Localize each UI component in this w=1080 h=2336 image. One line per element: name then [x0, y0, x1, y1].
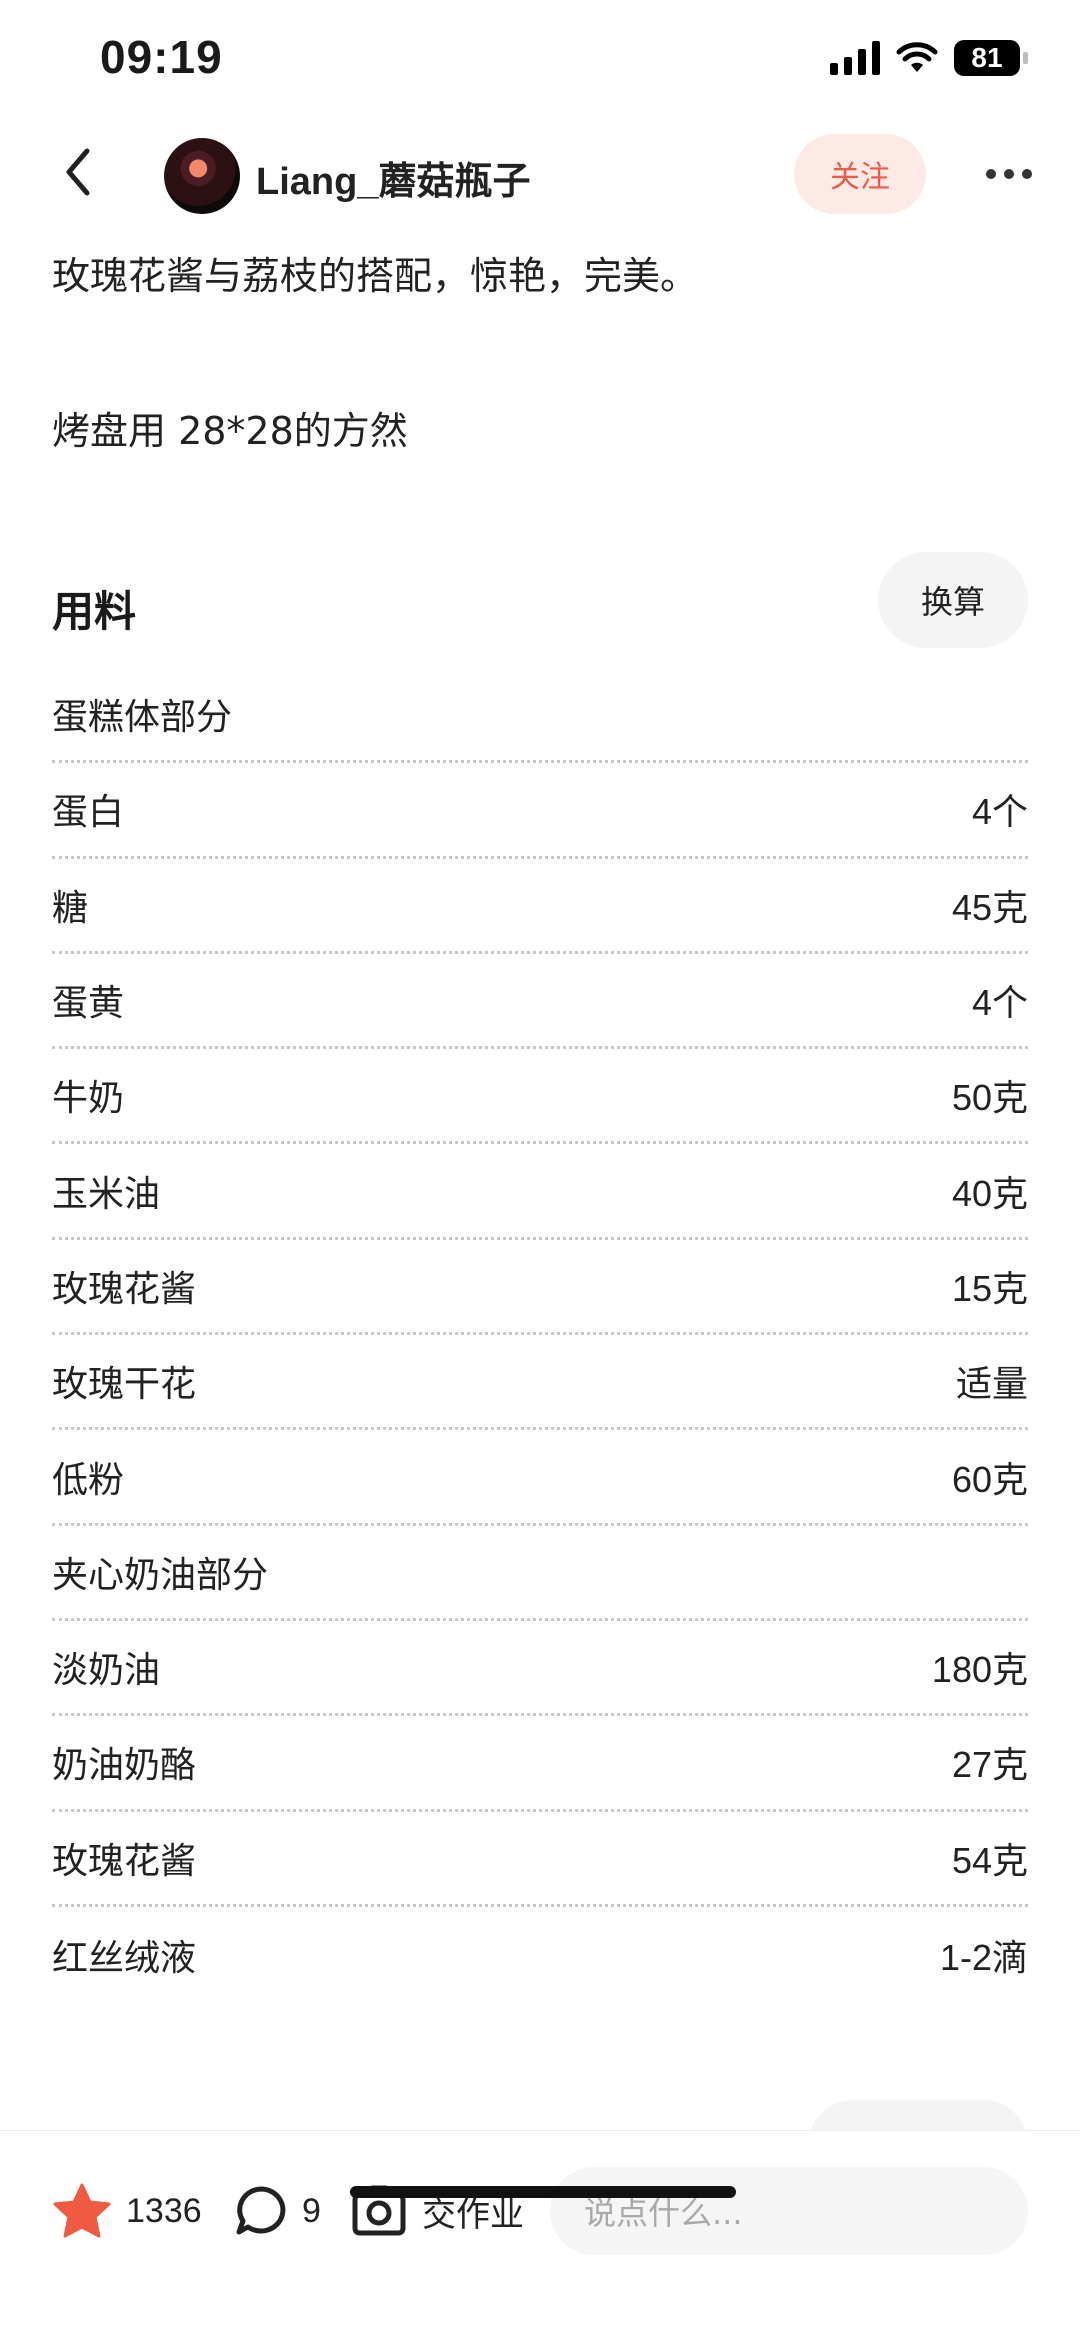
ingredient-row: 红丝绒液 1-2滴 — [52, 1907, 1028, 2002]
ingredient-quantity: 180克 — [931, 1649, 1028, 1691]
ingredient-row: 奶油奶酪 27克 — [52, 1716, 1028, 1812]
ingredients-header: 用料 换算 — [52, 552, 1028, 648]
ingredient-quantity: 15克 — [951, 1267, 1028, 1309]
status-time: 09:19 — [100, 31, 223, 83]
ingredient-row: 蛋黄 4个 — [52, 954, 1028, 1050]
ingredient-name: 夹心奶油部分 — [52, 1554, 269, 1596]
wifi-icon — [896, 42, 938, 72]
ingredients-list: 蛋糕体部分 蛋白 4个 糖 45克 蛋黄 4个 牛奶 50克 玉米油 40克 玫… — [52, 668, 1028, 2002]
ingredient-quantity: 27克 — [951, 1744, 1028, 1786]
ingredient-name: 淡奶油 — [52, 1650, 161, 1692]
ingredient-quantity: 45克 — [951, 886, 1028, 928]
ingredient-row: 夹心奶油部分 — [52, 1526, 1028, 1621]
comment-button[interactable]: 9 — [234, 2171, 321, 2251]
ingredient-name: 奶油奶酪 — [52, 1745, 197, 1787]
ingredient-name: 牛奶 — [52, 1078, 125, 1120]
ingredient-row: 糖 45克 — [52, 859, 1028, 954]
follow-button[interactable]: 关注 — [794, 134, 926, 214]
ingredients-title: 用料 — [52, 587, 137, 636]
comment-count: 9 — [302, 2191, 321, 2230]
bottom-action-bar: 1336 9 交作业 说点什么... — [0, 2130, 1080, 2336]
ingredient-name: 蛋黄 — [52, 983, 125, 1025]
favorite-button[interactable]: 1336 — [52, 2171, 202, 2251]
submit-homework-button[interactable]: 交作业 — [350, 2171, 524, 2251]
comment-icon — [236, 2186, 286, 2235]
ingredient-name: 糖 — [52, 887, 89, 929]
ingredient-row: 玫瑰干花 适量 — [52, 1335, 1028, 1431]
ingredient-name: 玫瑰花酱 — [52, 1268, 197, 1310]
ingredient-name: 低粉 — [52, 1459, 125, 1501]
comment-input[interactable]: 说点什么... — [550, 2167, 1028, 2255]
ingredient-row: 玫瑰花酱 54克 — [52, 1812, 1028, 1907]
status-icons: 81 — [830, 40, 1028, 76]
ingredient-quantity: 4个 — [971, 982, 1028, 1024]
ingredient-quantity: 54克 — [951, 1839, 1028, 1881]
ingredient-quantity: 适量 — [955, 1363, 1028, 1405]
ingredient-name: 玫瑰干花 — [52, 1364, 197, 1406]
ingredient-quantity: 50克 — [951, 1077, 1028, 1119]
recipe-description-line: 烤盘用 28*28的方然 — [52, 409, 408, 453]
favorite-count: 1336 — [126, 2191, 202, 2230]
ingredient-row: 牛奶 50克 — [52, 1049, 1028, 1145]
chevron-left-icon — [66, 148, 90, 196]
ingredient-row: 蛋糕体部分 — [52, 668, 1028, 764]
recipe-description-line: 玫瑰花酱与荔枝的搭配，惊艳，完美。 — [52, 254, 699, 298]
back-button[interactable] — [48, 142, 108, 202]
author-username[interactable]: Liang_蘑菇瓶子 — [256, 150, 530, 205]
ingredient-quantity: 40克 — [951, 1172, 1028, 1214]
more-options-icon[interactable] — [986, 154, 1032, 194]
status-bar: 09:19 81 — [0, 0, 1080, 120]
battery-icon: 81 — [954, 40, 1028, 76]
ingredient-name: 玉米油 — [52, 1173, 161, 1215]
home-indicator — [350, 2186, 736, 2198]
convert-button[interactable]: 换算 — [878, 552, 1028, 648]
cellular-signal-icon — [830, 41, 880, 75]
ingredient-name: 蛋白 — [52, 792, 125, 834]
ingredient-name: 玫瑰花酱 — [52, 1840, 197, 1882]
ingredient-quantity: 1-2滴 — [939, 1936, 1028, 1978]
ingredient-row: 淡奶油 180克 — [52, 1621, 1028, 1717]
ingredient-row: 蛋白 4个 — [52, 763, 1028, 859]
avatar[interactable] — [164, 138, 240, 214]
star-icon — [53, 2183, 111, 2238]
ingredient-name: 红丝绒液 — [52, 1937, 197, 1979]
ingredient-quantity: 4个 — [971, 791, 1028, 833]
ingredient-row: 玉米油 40克 — [52, 1144, 1028, 1240]
ingredient-quantity: 60克 — [951, 1458, 1028, 1500]
top-nav-bar: Liang_蘑菇瓶子 关注 — [0, 120, 1080, 230]
ingredient-row: 低粉 60克 — [52, 1430, 1028, 1526]
ingredient-row: 玫瑰花酱 15克 — [52, 1240, 1028, 1336]
ingredient-name: 蛋糕体部分 — [52, 697, 233, 739]
